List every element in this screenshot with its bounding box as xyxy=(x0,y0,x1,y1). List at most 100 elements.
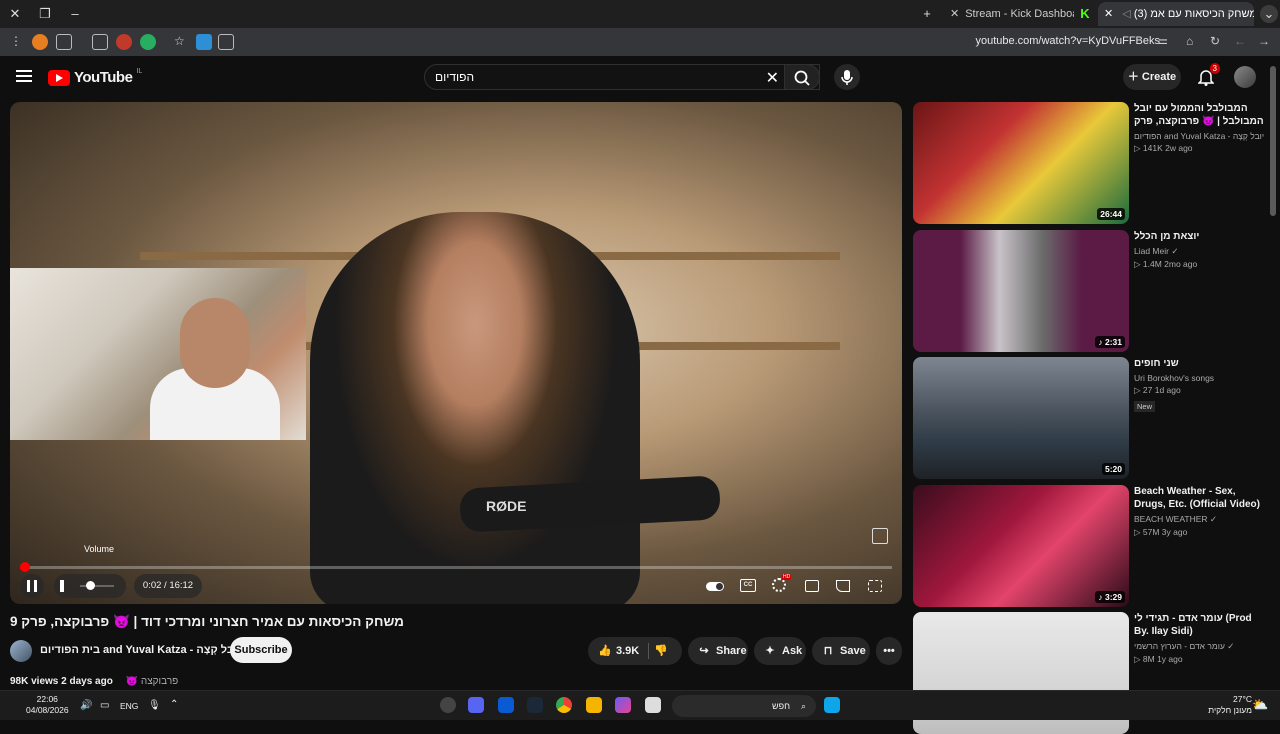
extension-icon[interactable] xyxy=(140,34,156,50)
voice-search-button[interactable] xyxy=(834,64,860,90)
clear-search-icon[interactable]: ✕ xyxy=(766,68,779,88)
site-settings-icon[interactable]: ⚌ xyxy=(1158,34,1174,50)
search-input[interactable] xyxy=(425,65,745,89)
bookmark-star-icon[interactable]: ☆ xyxy=(174,34,190,50)
tab-close-icon[interactable]: ✕ xyxy=(1104,8,1113,20)
extension-icon[interactable] xyxy=(218,34,234,50)
show-hidden-icons[interactable]: ⌃ xyxy=(170,699,178,710)
file-explorer-icon[interactable] xyxy=(586,697,602,713)
steam-icon[interactable] xyxy=(527,697,543,713)
menu-icon[interactable]: ⋮ xyxy=(10,34,22,50)
recommended-video[interactable]: 26:44 המבולבל והממול עם יובל המבולבל | 👿 … xyxy=(913,102,1264,224)
fullscreen-icon[interactable] xyxy=(868,580,882,592)
share-button[interactable]: ↪ Share xyxy=(688,637,748,665)
search-button[interactable] xyxy=(784,64,820,90)
minimize-window-icon[interactable]: – xyxy=(66,5,84,23)
discord-icon[interactable] xyxy=(468,697,484,713)
channel-watermark-icon[interactable] xyxy=(872,528,888,544)
forward-icon[interactable]: ← xyxy=(1234,34,1250,50)
share-label: Share xyxy=(716,645,747,657)
video-thumbnail[interactable]: 26:44 xyxy=(913,102,1129,224)
address-bar[interactable]: youtube.com/watch?v=KyDVuFFBeks xyxy=(975,35,1160,47)
ask-button[interactable]: ✦ Ask xyxy=(754,637,806,665)
weather-widget[interactable]: 27°C מעונן חלקית xyxy=(1196,694,1252,716)
recommended-channel[interactable]: Liad Meir ✓ xyxy=(1134,246,1264,257)
volume-icon[interactable] xyxy=(60,580,70,592)
chrome-icon[interactable] xyxy=(556,697,572,713)
account-avatar[interactable] xyxy=(1234,66,1256,88)
speaker-icon[interactable]: 🔊 xyxy=(80,700,92,711)
sparkle-icon: ✦ xyxy=(765,645,775,657)
extension-icon[interactable] xyxy=(196,34,212,50)
extension-icon[interactable] xyxy=(116,34,132,50)
windows-start-icon[interactable] xyxy=(824,697,840,713)
taskbar-search[interactable]: ⌕ חפש xyxy=(672,695,816,717)
thumbs-up-icon[interactable]: 👍 xyxy=(598,637,612,665)
video-thumbnail[interactable]: ♪ 3:29 xyxy=(913,485,1129,607)
volume-knob[interactable] xyxy=(86,581,95,590)
video-thumbnail[interactable]: 5:20 xyxy=(913,357,1129,479)
recommended-video[interactable]: 5:20 שני חופים Uri Borokhov's songs ▷ 27 1d… xyxy=(913,357,1263,479)
keyboard-language[interactable]: ENG xyxy=(120,701,138,711)
recommended-title[interactable]: שני חופים xyxy=(1134,357,1264,370)
store-icon[interactable] xyxy=(498,697,514,713)
recommended-title[interactable]: Beach Weather - Sex, Drugs, Etc. (Offici… xyxy=(1134,485,1264,511)
notifications-button[interactable]: 3 xyxy=(1197,63,1220,86)
youtube-logo[interactable]: YouTube IL xyxy=(48,68,142,86)
copilot-icon[interactable] xyxy=(615,697,631,713)
autoplay-toggle[interactable] xyxy=(706,582,724,591)
extension-icon[interactable] xyxy=(32,34,48,50)
home-icon[interactable]: ⌂ xyxy=(1186,34,1202,50)
reload-icon[interactable]: ↻ xyxy=(1210,34,1226,50)
video-player[interactable]: RØDE Volume 0:02 / 16:12 CC HD xyxy=(10,102,902,604)
recommended-channel[interactable]: עומר אדם - הערוץ הרשמי ✓ xyxy=(1134,641,1264,652)
recommended-title[interactable]: עומר אדם - תגידי לי (Prod By. Ilay Sidi) xyxy=(1134,612,1264,638)
recommended-video[interactable]: ♪ 3:29 Beach Weather - Sex, Drugs, Etc. (… xyxy=(913,485,1263,607)
close-window-icon[interactable]: ✕ xyxy=(6,5,24,23)
like-count[interactable]: 3.9K xyxy=(616,645,639,657)
video-thumbnail[interactable]: ♪ 2:31 xyxy=(913,230,1129,352)
recommended-meta: ▷ 1.4M 2mo ago xyxy=(1134,259,1198,269)
taskbar-app-icon[interactable] xyxy=(440,697,456,713)
channel-avatar[interactable] xyxy=(10,640,32,662)
settings-gear-icon[interactable]: HD xyxy=(772,574,792,592)
captions-icon[interactable]: CC xyxy=(740,579,756,592)
save-label: Save xyxy=(840,645,866,657)
video-hashtag[interactable]: 👿 פרבוקצה xyxy=(126,676,179,687)
microphone-tray-icon[interactable]: 🎙 xyxy=(148,700,161,711)
recommended-video[interactable]: ♪ 2:31 יוצאת מן הכלל Liad Meir ✓ ▷ 1.4M 2mo… xyxy=(913,230,1263,352)
recommended-title[interactable]: המבולבל והממול עם יובל המבולבל | 👿 פרבוק… xyxy=(1134,102,1264,128)
scrollbar[interactable] xyxy=(1270,66,1276,216)
create-button[interactable]: ＋ Create xyxy=(1123,64,1181,90)
recommended-title[interactable]: יוצאת מן הכלל xyxy=(1134,230,1264,243)
taskbar-app-icon[interactable] xyxy=(645,697,661,713)
progress-scrubber[interactable] xyxy=(20,562,31,572)
save-button[interactable]: ⊓ Save xyxy=(812,637,870,665)
miniplayer-icon[interactable] xyxy=(805,580,819,592)
volume-control[interactable] xyxy=(54,574,126,598)
tab-close-icon[interactable]: ✕ xyxy=(950,8,959,20)
restore-window-icon[interactable]: ❐ xyxy=(36,5,54,23)
plus-icon: ＋ xyxy=(1127,71,1139,83)
network-icon[interactable]: ▭ xyxy=(100,700,109,711)
back-icon[interactable]: → xyxy=(1258,34,1274,50)
channel-name[interactable]: בית הפודיום and Yuval Katza - יובל קְצָה xyxy=(40,644,241,656)
pause-button[interactable] xyxy=(20,574,44,598)
progress-bar[interactable] xyxy=(20,562,892,572)
hamburger-menu-icon[interactable] xyxy=(16,70,32,82)
video-description-bar[interactable]: 98K views 2 days ago 👿 פרבוקצה xyxy=(10,676,902,690)
tab-search-icon[interactable]: ⌄ xyxy=(1260,5,1278,23)
tab-kick-dashboard[interactable]: ✕ Stream - Kick Dashboard xyxy=(944,2,1074,26)
recommended-channel[interactable]: הפודיום and Yuval Katza - יובל קְצָה xyxy=(1134,131,1264,141)
cast-icon[interactable] xyxy=(836,580,850,592)
extensions-puzzle-icon[interactable] xyxy=(92,34,108,50)
recommended-channel[interactable]: Uri Borokhov's songs xyxy=(1134,373,1264,383)
new-tab-icon[interactable]: + xyxy=(918,5,936,23)
thumbs-down-icon[interactable]: 👎 xyxy=(654,637,668,665)
tab-youtube-video[interactable]: ✕ ◁ (3) משחק הכיסאות עם אמ xyxy=(1098,2,1254,26)
taskbar-clock[interactable]: 22:06 04/08/2026 xyxy=(26,694,69,716)
subscribe-button[interactable]: Subscribe xyxy=(230,637,292,663)
recommended-channel[interactable]: BEACH WEATHER ✓ xyxy=(1134,514,1264,525)
more-actions-button[interactable]: ••• xyxy=(876,637,902,665)
extension-icon[interactable] xyxy=(56,34,72,50)
